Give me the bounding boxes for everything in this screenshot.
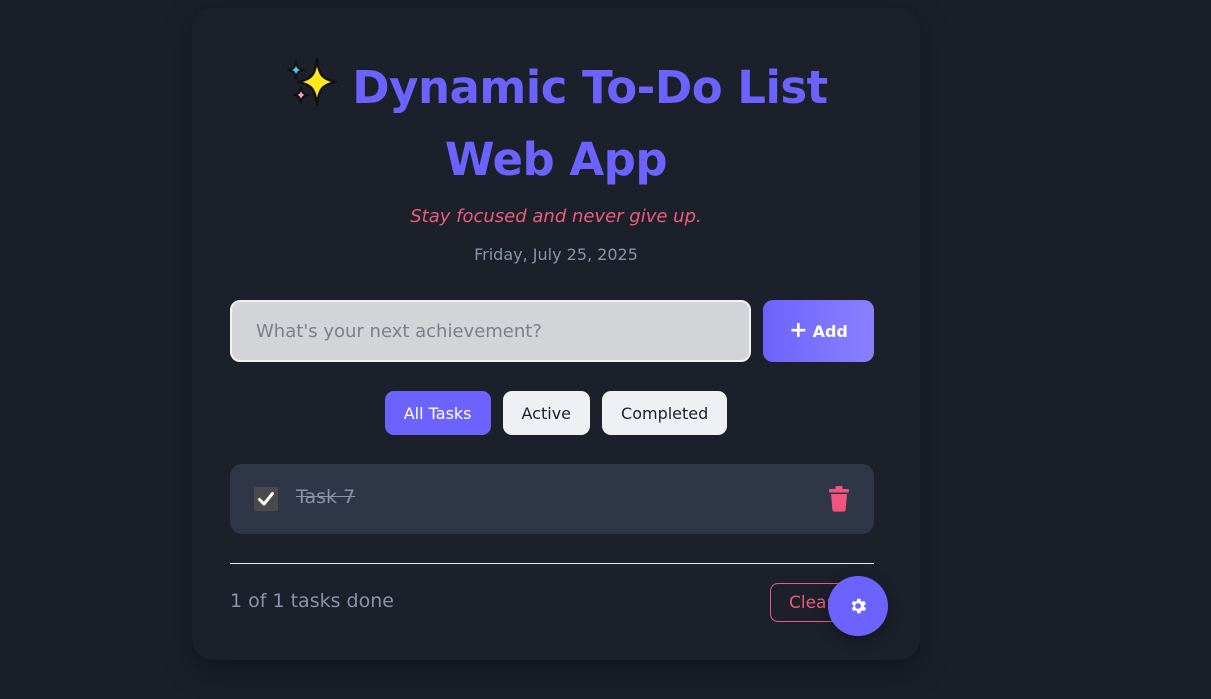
title-line-1: Dynamic To-Do List — [352, 61, 828, 114]
title-line-2: Web App — [444, 133, 668, 186]
task-count: 1 of 1 tasks done — [230, 590, 394, 612]
trash-icon — [829, 486, 849, 512]
gear-icon — [851, 598, 867, 614]
page-title: Dynamic To-Do List Web App — [192, 52, 920, 196]
filter-all-tasks[interactable]: All Tasks — [384, 391, 491, 435]
filter-completed[interactable]: Completed — [602, 391, 728, 435]
task-input[interactable] — [230, 300, 751, 362]
filter-active[interactable]: Active — [502, 391, 591, 435]
current-date: Friday, July 25, 2025 — [474, 245, 638, 264]
sparkles-icon — [287, 57, 338, 107]
delete-task-button[interactable] — [826, 486, 852, 512]
checkmark-icon — [258, 492, 274, 506]
task-item: Task 7 — [230, 464, 874, 534]
divider — [230, 563, 874, 564]
filter-bar: All Tasks Active Completed — [192, 391, 920, 435]
add-task-button[interactable]: + Add — [763, 300, 874, 362]
todo-card: Dynamic To-Do List Web App Stay focused … — [192, 8, 920, 660]
subtitle: Stay focused and never give up. — [410, 206, 702, 227]
settings-button[interactable] — [828, 576, 888, 636]
plus-icon: + — [789, 318, 808, 343]
task-text: Task 7 — [296, 486, 356, 508]
add-button-label: Add — [812, 321, 848, 341]
task-checkbox[interactable] — [254, 487, 278, 511]
